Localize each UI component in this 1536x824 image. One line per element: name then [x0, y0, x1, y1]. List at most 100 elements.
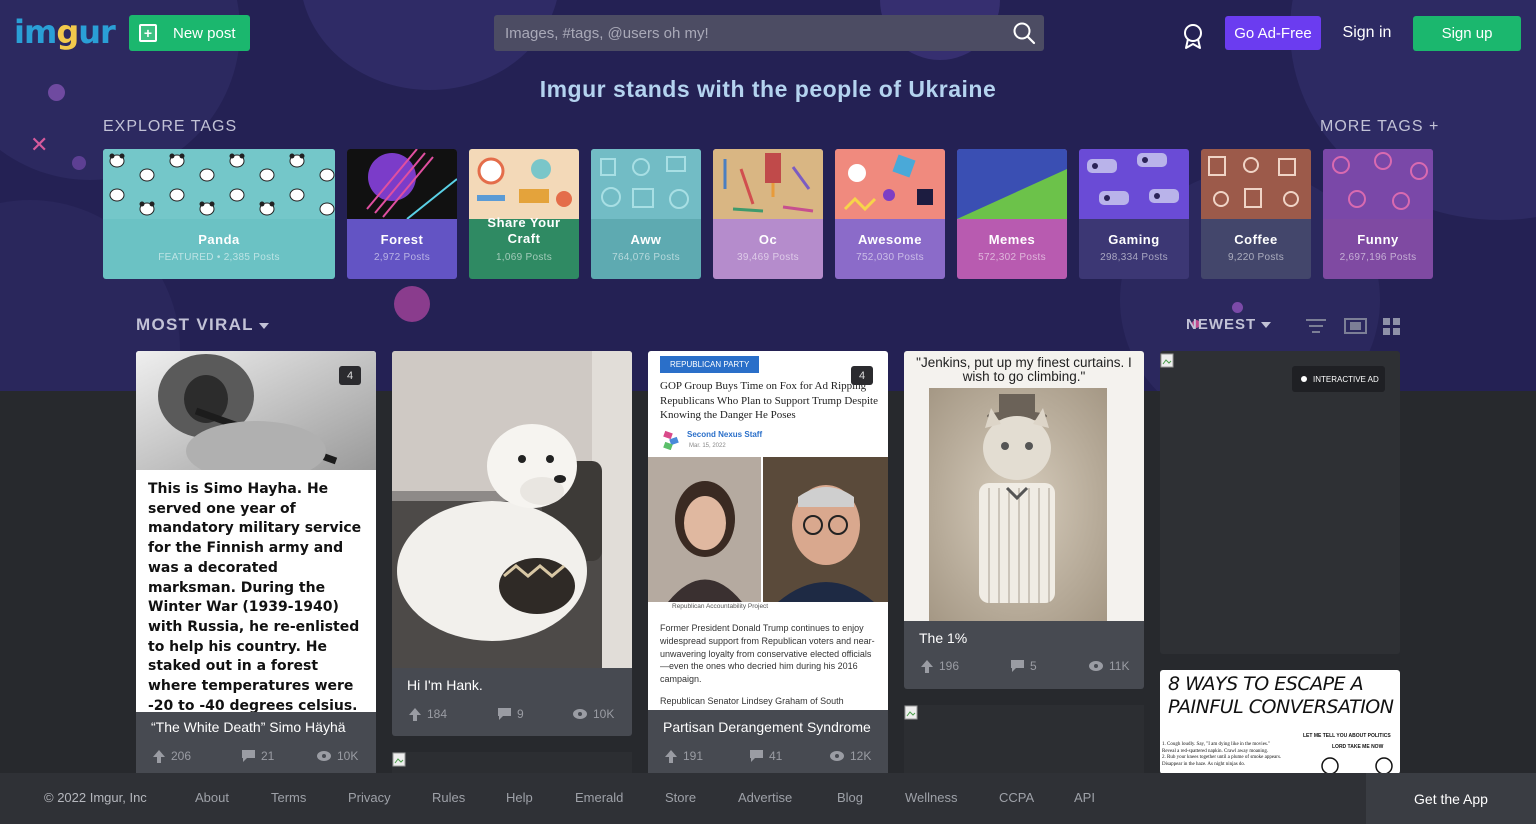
view-count: 11K [1109, 659, 1130, 673]
sign-in-link[interactable]: Sign in [1336, 16, 1398, 50]
tag-count: 2,972 Posts [373, 252, 431, 263]
tag-count: 1,069 Posts [495, 252, 553, 263]
dot-icon [1301, 376, 1307, 382]
post-title: Partisan Derangement Syndrome [663, 719, 871, 735]
footer-link-about[interactable]: About [195, 790, 229, 805]
comment-icon[interactable] [1011, 660, 1024, 672]
grid-view-icon[interactable] [1383, 317, 1401, 335]
tag-card-awesome[interactable]: Awesome 752,030 Posts [835, 149, 945, 279]
comment-icon[interactable] [242, 750, 255, 762]
get-the-app-button[interactable]: Get the App [1366, 773, 1536, 824]
tag-image-memes [957, 149, 1067, 219]
post-card[interactable]: This is Simo Hayha. He served one year o… [136, 351, 376, 781]
tag-count: 39,469 Posts [737, 252, 799, 263]
sign-up-button[interactable]: Sign up [1413, 16, 1521, 51]
post-card-placeholder[interactable] [904, 705, 1144, 773]
footer-link-emerald[interactable]: Emerald [575, 790, 623, 805]
search-input[interactable] [494, 15, 1004, 51]
footer-link-blog[interactable]: Blog [837, 790, 863, 805]
post-stats: 184 9 10K [392, 707, 632, 723]
view-count: 12K [850, 749, 872, 763]
post-stats: 206 21 10K [136, 749, 376, 765]
tag-card-oc[interactable]: Oc 39,469 Posts [713, 149, 823, 279]
post-card[interactable]: "Jenkins, put up my finest curtains. I w… [904, 351, 1144, 689]
comment-icon[interactable] [498, 708, 511, 720]
award-icon[interactable] [1181, 22, 1205, 50]
footer-link-store[interactable]: Store [665, 790, 696, 805]
search-bar [494, 15, 1044, 51]
tag-name: Aww [630, 232, 662, 247]
footer-link-api[interactable]: API [1074, 790, 1095, 805]
post-card[interactable]: 8 WAYS TO ESCAPE A PAINFUL CONVERSATION … [1160, 670, 1400, 774]
comic-figures [1321, 757, 1393, 774]
card-view-icon[interactable] [1344, 317, 1367, 335]
tag-name: Memes [988, 232, 1036, 247]
tag-card-gaming[interactable]: Gaming 298,334 Posts [1079, 149, 1189, 279]
ukraine-banner[interactable]: Imgur stands with the people of Ukraine [0, 76, 1536, 103]
list-view-icon[interactable] [1306, 317, 1326, 335]
comic-bubble: LORD TAKE ME NOW [1332, 744, 1384, 750]
most-viral-label: MOST VIRAL [136, 315, 254, 334]
article-body-continued: Republican Senator Lindsey Graham of Sou… [660, 696, 844, 706]
upvote-count: 206 [171, 749, 192, 763]
search-icon[interactable] [1012, 21, 1036, 45]
tag-name: Forest [380, 232, 424, 247]
tag-count: 752,030 Posts [856, 252, 924, 263]
comic-text: 1. Cough loudly. Say, "I am dying like i… [1162, 742, 1282, 767]
tag-count: 298,334 Posts [1100, 252, 1168, 263]
post-card-placeholder[interactable] [392, 752, 632, 773]
decor-dot [394, 286, 430, 322]
comment-count: 5 [1030, 659, 1037, 673]
interactive-ad[interactable]: INTERACTIVE AD [1160, 351, 1400, 654]
comment-count: 41 [769, 749, 783, 763]
post-card[interactable]: REPUBLICAN PARTY GOP Group Buys Time on … [648, 351, 888, 781]
comment-count: 9 [517, 707, 524, 721]
tag-card-coffee[interactable]: Coffee 9,220 Posts [1201, 149, 1311, 279]
article-date: Mar. 15, 2022 [689, 443, 726, 449]
upvote-icon[interactable] [153, 749, 165, 763]
footer-link-terms[interactable]: Terms [271, 790, 306, 805]
decor-dot [1232, 302, 1243, 313]
tag-image-forest [347, 149, 457, 220]
decor-x: ✕ [30, 132, 49, 157]
chevron-down-icon [258, 322, 269, 329]
image-quote: "Jenkins, put up my finest curtains. I w… [916, 355, 1132, 384]
tag-card-aww[interactable]: Aww 764,076 Posts [591, 149, 701, 279]
footer-link-ccpa[interactable]: CCPA [999, 790, 1034, 805]
tag-card-funny[interactable]: Funny 2,697,196 Posts [1323, 149, 1433, 279]
tag-card-memes[interactable]: Memes 572,302 Posts [957, 149, 1067, 279]
tag-name: Share Your Craft [487, 215, 561, 246]
go-ad-free-button[interactable]: Go Ad-Free [1225, 16, 1321, 50]
imgur-logo[interactable]: imgur [14, 14, 116, 50]
tag-card-share-your-craft[interactable]: Share Your Craft 1,069 Posts [469, 149, 579, 279]
footer-link-advertise[interactable]: Advertise [738, 790, 792, 805]
post-image [392, 351, 632, 668]
new-post-label: New post [173, 24, 236, 42]
decor-dot [72, 156, 86, 170]
newest-dropdown[interactable]: NEWEST [1186, 316, 1272, 333]
tag-card-panda[interactable]: Panda FEATURED • 2,385 Posts [103, 149, 335, 279]
more-tags-link[interactable]: MORE TAGS + [1320, 118, 1439, 136]
view-count: 10K [593, 707, 615, 721]
post-image: REPUBLICAN PARTY GOP Group Buys Time on … [648, 351, 888, 710]
tag-name: Coffee [1234, 232, 1278, 247]
most-viral-dropdown[interactable]: MOST VIRAL [136, 315, 269, 335]
new-post-button[interactable]: + New post [129, 15, 250, 51]
comment-icon[interactable] [750, 750, 763, 762]
views-icon [1089, 661, 1103, 671]
footer-link-privacy[interactable]: Privacy [348, 790, 391, 805]
upvote-icon[interactable] [921, 659, 933, 673]
tag-card-forest[interactable]: Forest 2,972 Posts [347, 149, 457, 279]
post-stats: 196 5 11K [904, 659, 1144, 675]
upvote-icon[interactable] [409, 707, 421, 721]
footer-link-rules[interactable]: Rules [432, 790, 465, 805]
broken-image-icon [392, 752, 406, 767]
image-count-badge: 4 [339, 366, 361, 385]
comic-bubble: LET ME TELL YOU ABOUT POLITICS [1303, 733, 1391, 739]
post-card[interactable]: Hi I'm Hank. 184 9 10K [392, 351, 632, 736]
footer-link-help[interactable]: Help [506, 790, 533, 805]
footer-link-wellness[interactable]: Wellness [905, 790, 958, 805]
comment-count: 21 [261, 749, 275, 763]
upvote-icon[interactable] [665, 749, 677, 763]
upvote-count: 184 [427, 707, 448, 721]
